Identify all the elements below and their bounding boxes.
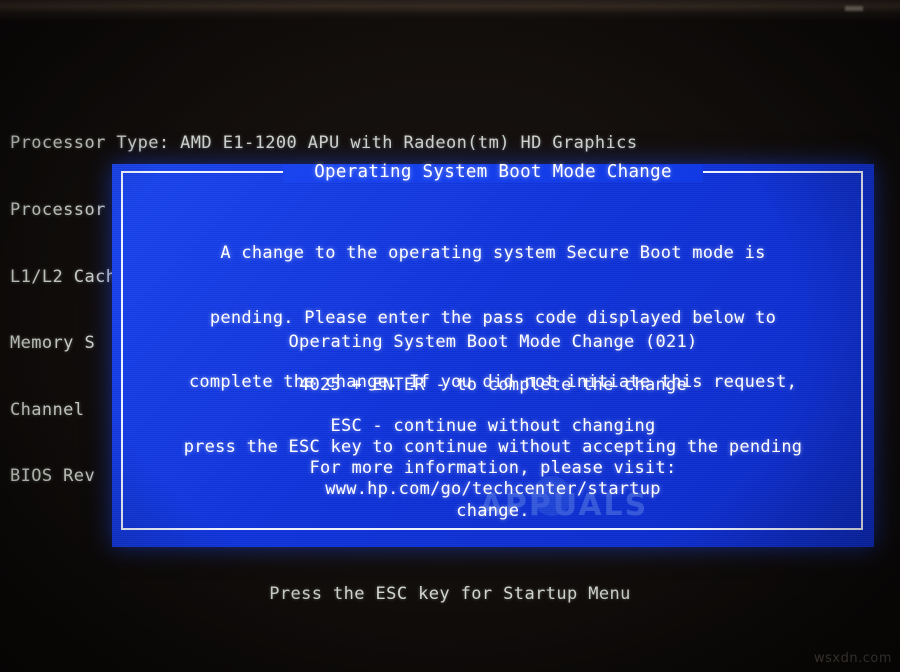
startup-menu-hint: Press the ESC key for Startup Menu [269, 584, 631, 604]
more-information-line: For more information, please visit: [309, 458, 677, 478]
post-line-processor-type: Processor Type: AMD E1-1200 APU with Rad… [10, 133, 638, 154]
change-identifier-line: Operating System Boot Mode Change (021) [288, 332, 698, 352]
corner-watermark: wsxdn.com [814, 651, 892, 666]
bios-screen: Processor Type: AMD E1-1200 APU with Rad… [0, 0, 900, 672]
esc-action-line[interactable]: ESC - continue without changing [112, 416, 874, 436]
pass-code-action-line[interactable]: 4025 + ENTER - to complete the change [112, 375, 874, 395]
dialog-message-line-4: press the ESC key to continue without ac… [183, 436, 803, 457]
dialog-message-line-5: change. [456, 501, 530, 521]
dialog-message-line-1: A change to the operating system Secure … [220, 243, 766, 263]
bezel-glint [845, 6, 863, 11]
boot-mode-change-dialog: Operating System Boot Mode Change APPUAL… [112, 162, 874, 547]
support-url[interactable]: www.hp.com/go/techcenter/startup [112, 479, 874, 499]
monitor-bezel [0, 0, 900, 22]
dialog-title: Operating System Boot Mode Change [314, 162, 672, 182]
dialog-message-line-2: pending. Please enter the pass code disp… [209, 307, 777, 328]
